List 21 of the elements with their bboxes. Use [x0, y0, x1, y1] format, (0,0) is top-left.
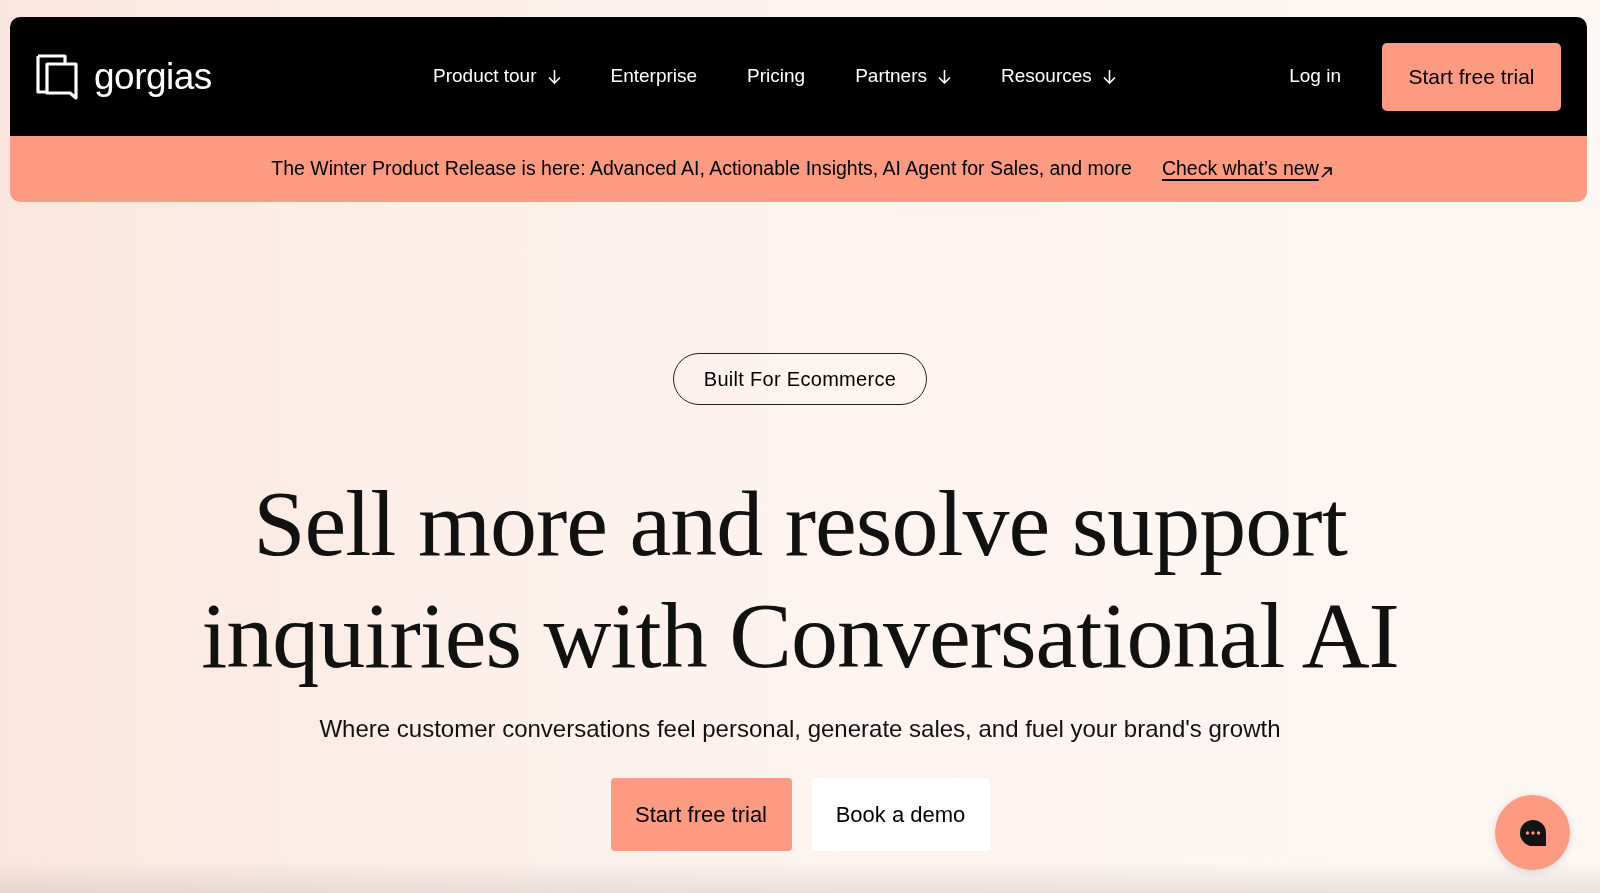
start-free-trial-button[interactable]: Start free trial: [1382, 42, 1561, 111]
chat-button[interactable]: [1495, 795, 1570, 870]
start-free-trial-button[interactable]: Start free trial: [610, 778, 792, 851]
nav-link[interactable]: Pricing: [747, 62, 806, 91]
nav-dropdown-menu[interactable]: Resources: [1001, 62, 1116, 91]
arrow-down-icon: [938, 69, 951, 84]
logo-icon: [36, 53, 78, 100]
nav-dropdown-menu[interactable]: Product tour: [433, 62, 561, 91]
log-in-link[interactable]: Log in: [1289, 62, 1341, 91]
announcement-text: The Winter Product Release is here: Advanced AI, Actionable Insights, AI Agent for Sales, and more: [271, 156, 1132, 182]
arrow-down-icon: [547, 69, 561, 84]
gorgias-logo-link[interactable]: gorgias: [36, 53, 212, 100]
book-a-demo-button[interactable]: Book a demo: [811, 778, 990, 851]
hero-headline: Sell more and resolve support inquiries with Conversational AI: [200, 470, 1400, 689]
check-whats-new-link[interactable]: Check what’s new: [1161, 154, 1332, 184]
hero-subtitle: Where customer conversations feel personal, generate sales, and fuel your brand's growth: [319, 715, 1281, 743]
chat-bubble-icon: [1518, 819, 1547, 846]
arrow-down-icon: [1102, 69, 1116, 84]
arrow-up-right-icon: [1320, 166, 1332, 178]
nav-link[interactable]: Enterprise: [610, 62, 698, 91]
nav-dropdown-menu[interactable]: Partners: [855, 62, 951, 91]
